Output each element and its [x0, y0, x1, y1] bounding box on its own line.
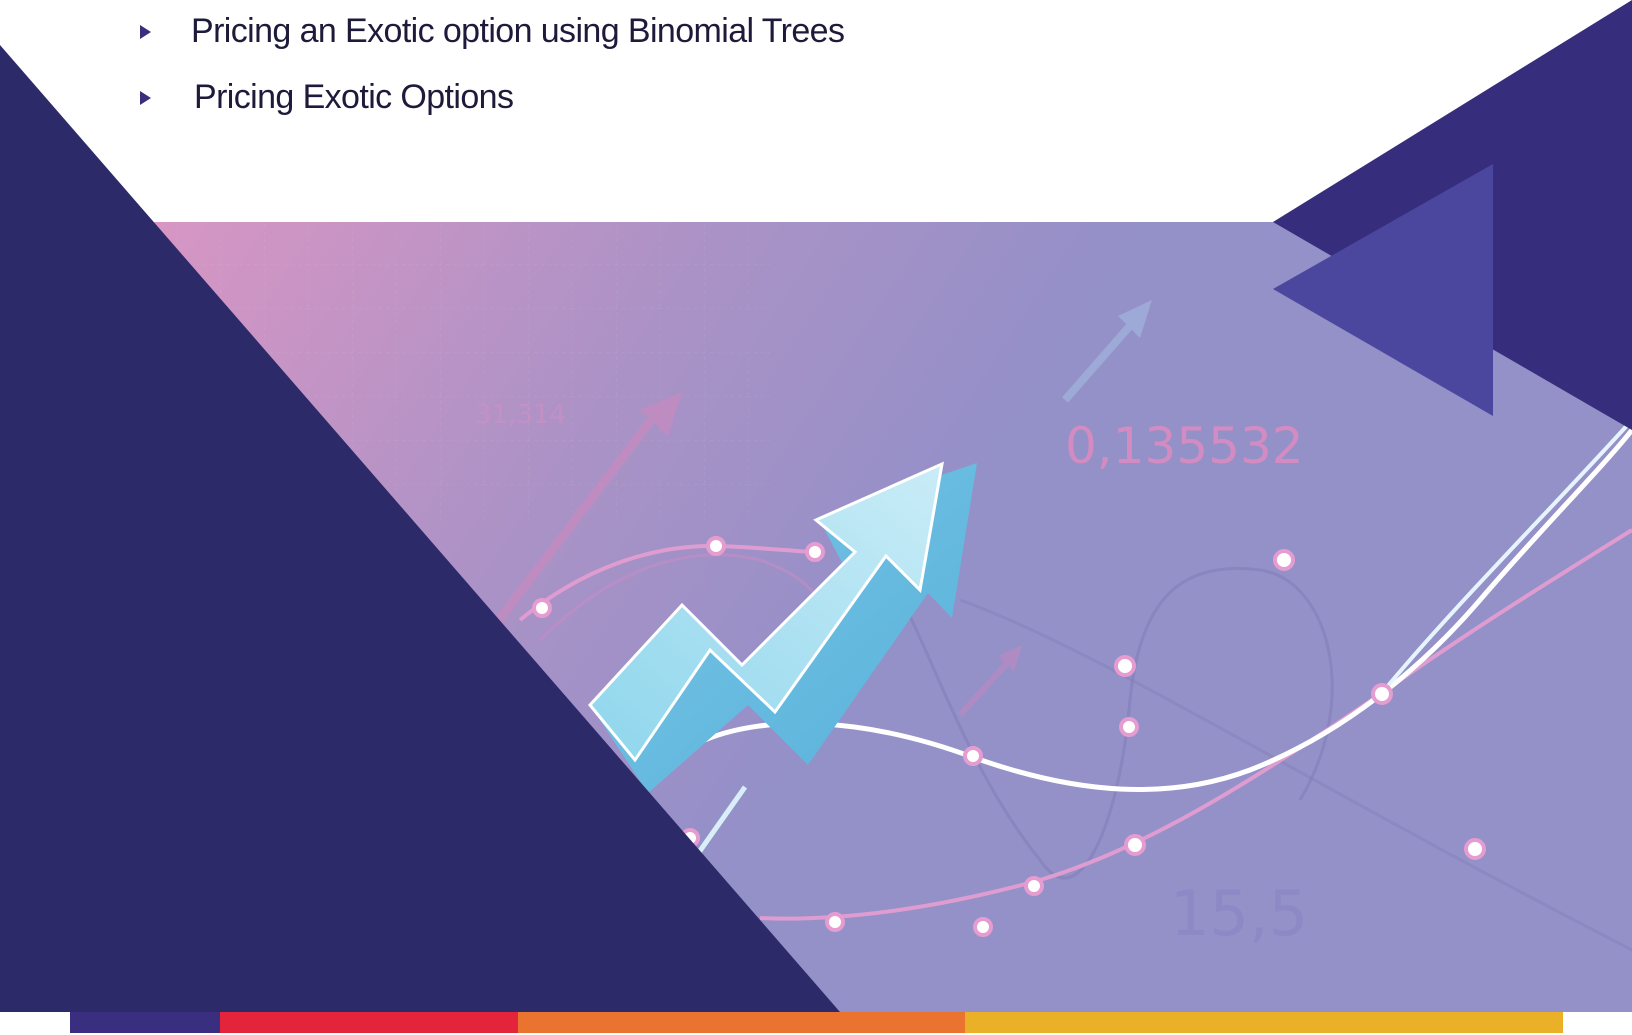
hero-illustration: 31,314 0,135532 15,5	[0, 0, 1632, 1033]
data-point	[973, 917, 993, 937]
bullet-text: Pricing an Exotic option using Binomial …	[191, 12, 845, 50]
bullet-text: Pricing Exotic Options	[194, 78, 514, 116]
data-point	[805, 542, 825, 562]
data-point	[706, 536, 726, 556]
highlight-number: 0,135532	[1065, 417, 1304, 475]
bullet-list: Pricing an Exotic option using Binomial …	[0, 0, 1100, 140]
data-point	[1124, 834, 1146, 856]
data-point	[1371, 683, 1393, 705]
color-stripe	[70, 1012, 1563, 1033]
bullet-arrow-icon	[140, 24, 151, 39]
data-point	[532, 598, 552, 618]
data-point	[963, 746, 983, 766]
data-point	[1273, 549, 1295, 571]
data-point	[825, 912, 845, 932]
data-point	[1119, 717, 1139, 737]
faint-number: 15,5	[1170, 877, 1308, 950]
bullet-item-exotic-options: Pricing Exotic Options	[140, 78, 514, 117]
bullet-arrow-icon	[140, 90, 151, 105]
bullet-item-binomial-trees: Pricing an Exotic option using Binomial …	[140, 12, 845, 51]
faint-number: 31,314	[475, 400, 566, 430]
data-point	[1024, 876, 1044, 896]
data-point	[1114, 655, 1136, 677]
data-point	[1464, 838, 1486, 860]
